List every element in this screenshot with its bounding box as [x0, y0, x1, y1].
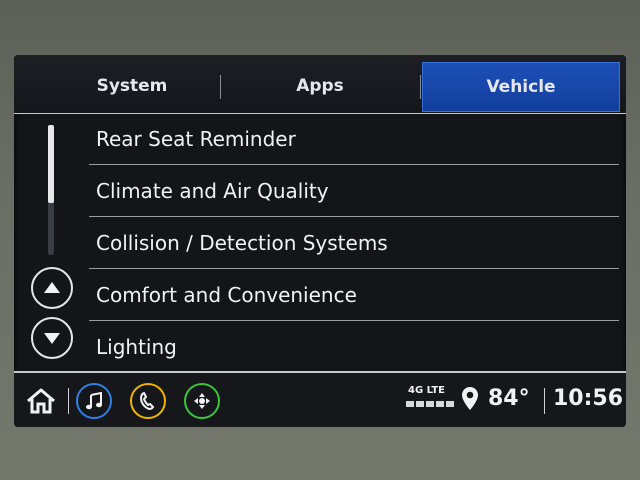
list-item-collision-detection[interactable]: Collision / Detection Systems: [89, 217, 619, 269]
list-item-lighting[interactable]: Lighting: [89, 321, 619, 372]
temperature-readout: 84°: [488, 386, 530, 411]
scrollbar-track[interactable]: [48, 125, 54, 255]
scroll-up-button[interactable]: [31, 267, 73, 309]
music-icon: [86, 392, 102, 410]
navigation-button[interactable]: [184, 383, 220, 419]
tab-divider: [220, 75, 221, 99]
list-item-climate-air-quality[interactable]: Climate and Air Quality: [89, 165, 619, 217]
music-button[interactable]: [76, 383, 112, 419]
tab-bar: System Apps Vehicle: [14, 55, 626, 114]
phone-icon: [140, 392, 154, 410]
tab-apps[interactable]: Apps: [222, 62, 418, 110]
list-item-comfort-convenience[interactable]: Comfort and Convenience: [89, 269, 619, 321]
network-label: 4G LTE: [408, 385, 446, 396]
tab-divider: [420, 75, 421, 99]
arrow-up-icon: [44, 282, 60, 293]
home-icon[interactable]: [26, 387, 56, 415]
navigation-icon: [194, 393, 210, 409]
tab-system[interactable]: System: [44, 62, 220, 110]
divider: [68, 388, 69, 414]
clock[interactable]: 10:56: [553, 386, 623, 411]
bottom-status-bar: 4G LTE 84° 10:56: [14, 371, 626, 427]
location-pin-icon: [462, 387, 478, 410]
arrow-down-icon: [44, 333, 60, 344]
vehicle-settings-list: Rear Seat Reminder Climate and Air Quali…: [89, 113, 619, 372]
infotainment-screen: System Apps Vehicle Rear Seat Reminder C…: [14, 55, 626, 427]
signal-strength-icon: [406, 401, 454, 407]
phone-button[interactable]: [130, 383, 166, 419]
divider: [544, 388, 545, 414]
scrollbar-thumb[interactable]: [48, 125, 54, 203]
list-item-rear-seat-reminder[interactable]: Rear Seat Reminder: [89, 113, 619, 165]
tab-vehicle[interactable]: Vehicle: [422, 62, 620, 112]
scroll-down-button[interactable]: [31, 317, 73, 359]
